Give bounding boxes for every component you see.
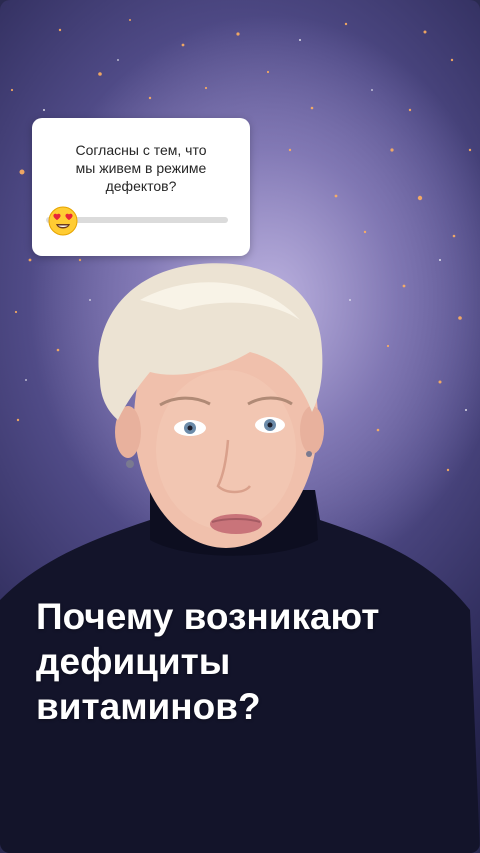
lips xyxy=(210,514,262,534)
headline: Почему возникают дефициты витаминов? xyxy=(36,594,466,729)
poll-question-line: мы живем в режиме xyxy=(75,160,207,176)
headline-line: Почему возникают xyxy=(36,596,380,637)
poll-question-line: Согласны с тем, что xyxy=(75,142,207,158)
heart-eyes-emoji-icon[interactable] xyxy=(48,206,78,236)
poll-question-line: дефектов? xyxy=(105,178,177,194)
poll-question: Согласны с тем, что мы живем в режиме де… xyxy=(42,141,240,195)
headline-line: витаминов? xyxy=(36,686,261,727)
headline-line: дефициты xyxy=(36,641,231,682)
story-frame[interactable]: Согласны с тем, что мы живем в режиме де… xyxy=(0,0,480,853)
